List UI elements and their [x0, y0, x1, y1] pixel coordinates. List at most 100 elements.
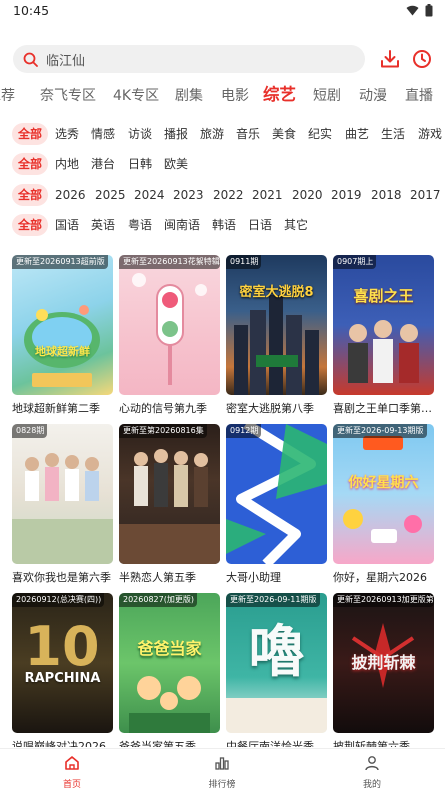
filter-year-2020[interactable]: 2020 [292, 184, 323, 206]
show-title[interactable]: 密室大逃脱第八季 [226, 400, 327, 416]
filter-year-2019[interactable]: 2019 [331, 184, 362, 206]
episode-badge: 更新至20260913加更版第 [333, 593, 434, 607]
show-poster[interactable]: 披荆斩棘 更新至20260913加更版第 [333, 593, 434, 733]
filter-lang-other[interactable]: 其它 [284, 214, 308, 236]
filter-genre-life[interactable]: 生活 [381, 123, 405, 145]
filter-genre-talent[interactable]: 选秀 [55, 123, 79, 145]
filter-lang-mandarin[interactable]: 国语 [55, 214, 79, 236]
filter-region-mainland[interactable]: 内地 [55, 153, 79, 175]
filter-lang-english[interactable]: 英语 [91, 214, 115, 236]
nav-home[interactable]: 首页 [42, 755, 102, 790]
show-title[interactable]: 大哥小助理 [226, 569, 327, 585]
tab-recommend[interactable]: 推荐 [0, 84, 15, 108]
nav-profile-label: 我的 [362, 780, 381, 790]
show-poster[interactable]: 更新至第20260816集 [119, 424, 220, 564]
tab-movies[interactable]: 电影 [221, 84, 249, 108]
show-poster[interactable]: 嚕 更新至2026-09-11期版 [226, 593, 327, 733]
filter-lang-cantonese[interactable]: 粤语 [128, 214, 152, 236]
filter-genre-music[interactable]: 音乐 [236, 123, 260, 145]
filter-year-2023[interactable]: 2023 [173, 184, 204, 206]
show-title[interactable]: 喜剧之王单口季第… [333, 400, 434, 416]
filter-lang-minnan[interactable]: 闽南语 [164, 214, 200, 236]
filter-year-2022[interactable]: 2022 [213, 184, 244, 206]
download-button[interactable] [379, 48, 401, 70]
show-poster[interactable]: 0912期 [226, 424, 327, 564]
filter-year-2024[interactable]: 2024 [134, 184, 165, 206]
filter-genre-documentary[interactable]: 纪实 [308, 123, 332, 145]
show-poster[interactable]: 密室大逃脱8 0911期 [226, 255, 327, 395]
tab-4k[interactable]: 4K专区 [113, 84, 159, 108]
search-input[interactable]: 临江仙 [13, 45, 365, 73]
user-icon [365, 756, 379, 771]
filter-genre-travel[interactable]: 旅游 [200, 123, 224, 145]
nav-ranking-label: 排行榜 [208, 780, 236, 790]
show-title[interactable]: 中餐厅南洋烩光季 [226, 738, 327, 747]
home-icon [65, 756, 79, 770]
globe-illustration-icon [24, 305, 100, 387]
tab-live[interactable]: 直播 [405, 84, 433, 108]
show-grid: 地球超新鲜 更新至20260913超前版 地球超新鲜第二季 更新至2026091… [0, 255, 445, 747]
show-poster[interactable]: 10 RAPCHINA 20260912(总决赛(四)) [12, 593, 113, 733]
search-row: 临江仙 [0, 45, 445, 75]
episode-badge: 更新至20260913超前版 [12, 255, 108, 269]
filter-region-all[interactable]: 全部 [12, 153, 49, 175]
filter-genre-emotion[interactable]: 情感 [91, 123, 115, 145]
tab-anime[interactable]: 动漫 [359, 84, 387, 108]
filter-year-all[interactable]: 全部 [12, 184, 49, 206]
filter-year-2017[interactable]: 2017 [410, 184, 441, 206]
episode-badge: 0828期 [12, 424, 48, 438]
filter-region-jp-kr[interactable]: 日韩 [128, 153, 152, 175]
show-title[interactable]: 喜欢你我也是第六季 [12, 569, 113, 585]
show-poster[interactable]: 更新至20260913花絮特辑 [119, 255, 220, 395]
history-button[interactable] [411, 48, 433, 70]
svg-text:10: 10 [24, 615, 99, 678]
filter-genre-broadcast[interactable]: 播报 [164, 123, 188, 145]
show-title[interactable]: 半熟恋人第五季 [119, 569, 220, 585]
filter-lang-korean[interactable]: 韩语 [212, 214, 236, 236]
show-title[interactable]: 你好，星期六2026 [333, 569, 434, 585]
show-poster[interactable]: 你好星期六 更新至2026-09-13期版 [333, 424, 434, 564]
filter-genre-games[interactable]: 游戏 [418, 123, 442, 145]
filter-year-2021[interactable]: 2021 [252, 184, 283, 206]
filter-genre-opera[interactable]: 曲艺 [345, 123, 369, 145]
filter-region-hk-tw[interactable]: 港台 [91, 153, 115, 175]
nav-profile[interactable]: 我的 [342, 755, 402, 790]
gold-ten-logo-icon: 10 [24, 615, 99, 678]
filter-genre-all[interactable]: 全部 [12, 123, 49, 145]
episode-badge: 更新至2026-09-13期版 [333, 424, 427, 438]
poster-title-text: 你好星期六 [348, 475, 419, 491]
filter-genre-interview[interactable]: 访谈 [128, 123, 152, 145]
episode-badge: 更新至20260913花絮特辑 [119, 255, 220, 269]
show-title[interactable]: 心动的信号第九季 [119, 400, 220, 416]
filter-year-2025[interactable]: 2025 [95, 184, 126, 206]
show-title[interactable]: 爸爸当家第五季 [119, 738, 220, 747]
battery-icon [425, 4, 433, 17]
category-tabs: 推荐 奈飞专区 4K专区 剧集 电影 综艺 短剧 动漫 直播 [0, 84, 445, 110]
episode-badge: 更新至第20260816集 [119, 424, 207, 438]
tab-short-drama[interactable]: 短剧 [313, 84, 341, 108]
nav-ranking[interactable]: 排行榜 [192, 755, 252, 790]
search-placeholder: 临江仙 [46, 53, 86, 69]
filter-region-west[interactable]: 欧美 [164, 153, 188, 175]
filter-row-language: 全部 国语 英语 粤语 闽南语 韩语 日语 其它 [0, 214, 445, 236]
filter-lang-japanese[interactable]: 日语 [248, 214, 272, 236]
show-title[interactable]: 说唱巅峰对决2026 [12, 738, 113, 747]
filter-year-2018[interactable]: 2018 [371, 184, 402, 206]
filter-year-2026[interactable]: 2026 [55, 184, 86, 206]
filter-genre-food[interactable]: 美食 [272, 123, 296, 145]
tab-netflix[interactable]: 奈飞专区 [40, 84, 96, 108]
filter-row-region: 全部 内地 港台 日韩 欧美 [0, 153, 445, 175]
comedians-group-icon [348, 320, 419, 383]
show-title[interactable]: 地球超新鲜第二季 [12, 400, 113, 416]
filter-lang-all[interactable]: 全部 [12, 214, 49, 236]
show-title[interactable]: 披荆斩棘第六季 [333, 738, 434, 747]
status-icons [406, 4, 433, 17]
show-poster[interactable]: 0828期 [12, 424, 113, 564]
show-poster[interactable]: 地球超新鲜 更新至20260913超前版 [12, 255, 113, 395]
tab-series[interactable]: 剧集 [175, 84, 203, 108]
tab-variety[interactable]: 综艺 [263, 84, 296, 107]
status-time: 10:45 [13, 3, 50, 18]
episode-badge: 20260827(加更版) [119, 593, 197, 607]
show-poster[interactable]: 喜剧之王 0907期上 [333, 255, 434, 395]
show-poster[interactable]: 爸爸当家 20260827(加更版) [119, 593, 220, 733]
